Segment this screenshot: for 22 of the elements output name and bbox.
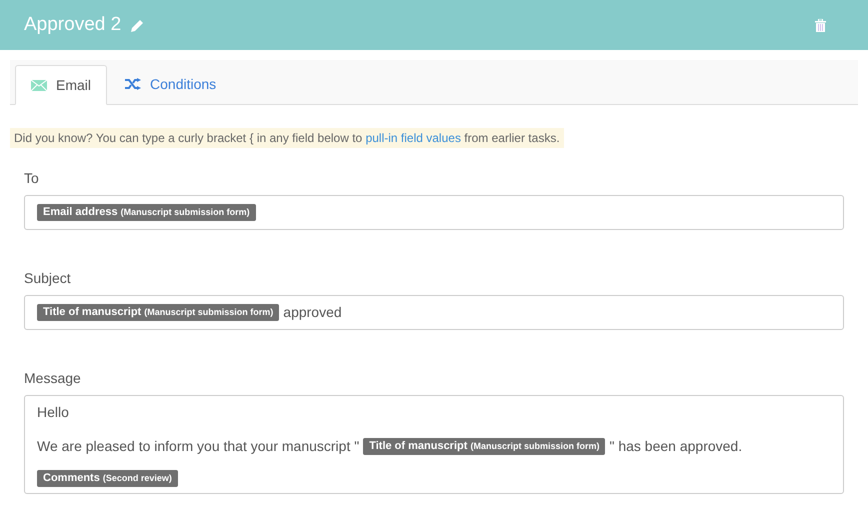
- pencil-icon[interactable]: [131, 18, 144, 32]
- input-field[interactable]: Email address (Manuscript submission form): [24, 195, 844, 230]
- field-label: Message: [24, 369, 82, 388]
- page-title: Approved 2: [24, 12, 122, 37]
- field-text: " has been approved.: [609, 437, 742, 456]
- field-text: approved: [283, 303, 342, 322]
- field-token: Email address (Manuscript submission form): [37, 204, 256, 221]
- field-token: Title of manuscript (Manuscript submission form): [37, 304, 280, 321]
- shuffle-icon: [125, 78, 142, 90]
- input-field[interactable]: Title of manuscript (Manuscript submission form) approved: [24, 295, 844, 330]
- field-text: We are pleased to inform you that your manuscript ": [37, 437, 360, 456]
- trash-icon[interactable]: [815, 18, 826, 32]
- envelope-icon: [31, 80, 47, 90]
- field-token: Title of manuscript (Manuscript submission form): [363, 438, 606, 455]
- tip-text: Did you know? You can type a curly bracket { in any field below to pull-in field values from earlier tasks.: [10, 128, 564, 148]
- message-field[interactable]: Hello We are pleased to inform you that your manuscript " Title of manuscript (Manuscript submission form) " has been approved. Comments (Second review): [24, 395, 844, 494]
- field-label: To: [24, 169, 40, 188]
- field-text: Hello: [37, 403, 69, 422]
- tab[interactable]: Email: [15, 65, 108, 105]
- field-label: Subject: [24, 269, 72, 288]
- field-token: Comments (Second review): [37, 470, 178, 487]
- tab[interactable]: Conditions: [107, 64, 234, 104]
